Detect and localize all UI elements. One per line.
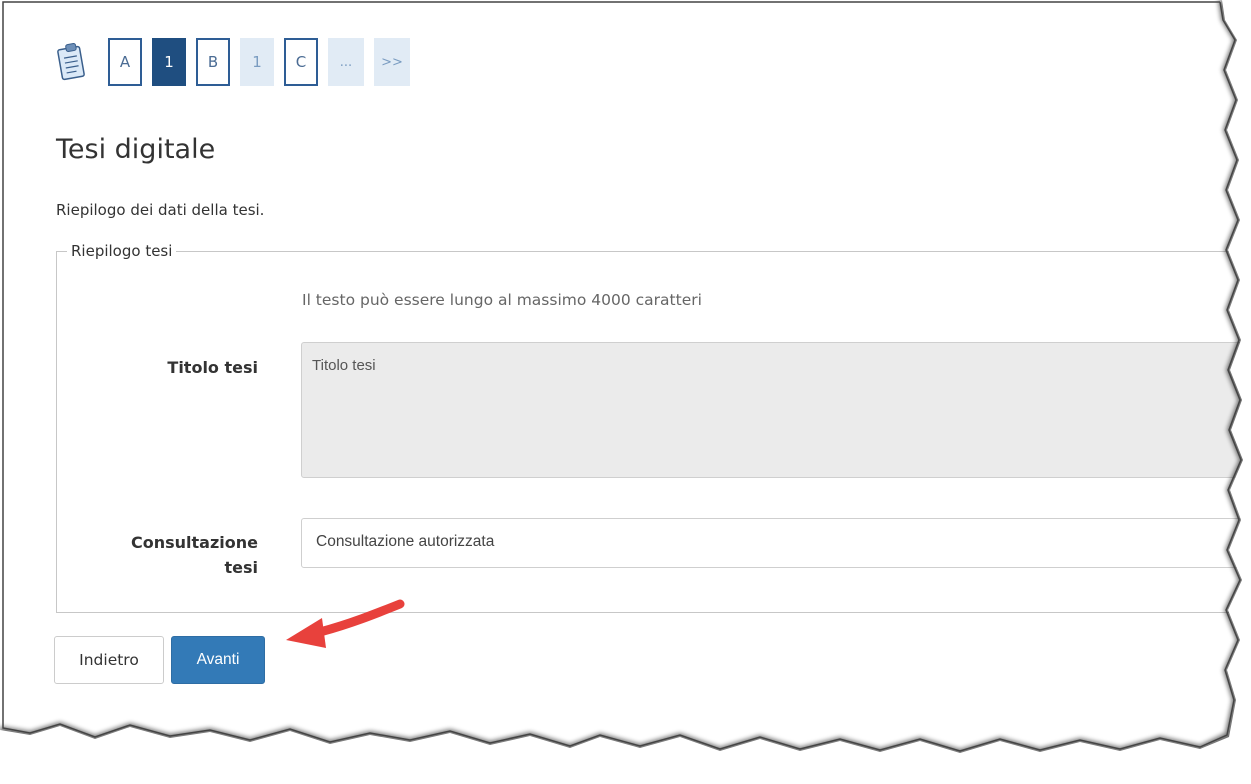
page-intro: Riepilogo dei dati della tesi.: [56, 201, 265, 219]
consultation-select[interactable]: Consultazione autorizzata: [301, 518, 1251, 568]
step-navigation: A 1 B 1 C... >>: [56, 38, 420, 86]
consultation-label-line2: tesi: [224, 558, 258, 577]
thesis-title-textarea[interactable]: Titolo tesi: [301, 342, 1251, 478]
step-6[interactable]: >>: [374, 38, 410, 86]
step-2[interactable]: B: [196, 38, 230, 86]
step-1[interactable]: 1: [152, 38, 186, 86]
clipboard-checklist-icon: [57, 43, 85, 81]
red-arrow-icon: [286, 599, 405, 648]
step-4[interactable]: C: [284, 38, 318, 86]
summary-legend: Riepilogo tesi: [67, 242, 177, 260]
consultation-label: Consultazione tesi: [90, 530, 258, 580]
step-3[interactable]: 1: [240, 38, 274, 86]
character-limit-hint: Il testo può essere lungo al massimo 400…: [302, 291, 702, 309]
thesis-title-label: Titolo tesi: [167, 358, 258, 377]
step-5[interactable]: ...: [328, 38, 364, 86]
step-0[interactable]: A: [108, 38, 142, 86]
page-title: Tesi digitale: [56, 134, 216, 165]
page: A 1 B 1 C... >> Tesi digitale Riepilogo dei d…: [0, 0, 1251, 784]
consultation-label-line1: Consultazione: [131, 533, 258, 552]
back-button[interactable]: Indietro: [54, 636, 164, 684]
next-button[interactable]: Avanti: [171, 636, 265, 684]
